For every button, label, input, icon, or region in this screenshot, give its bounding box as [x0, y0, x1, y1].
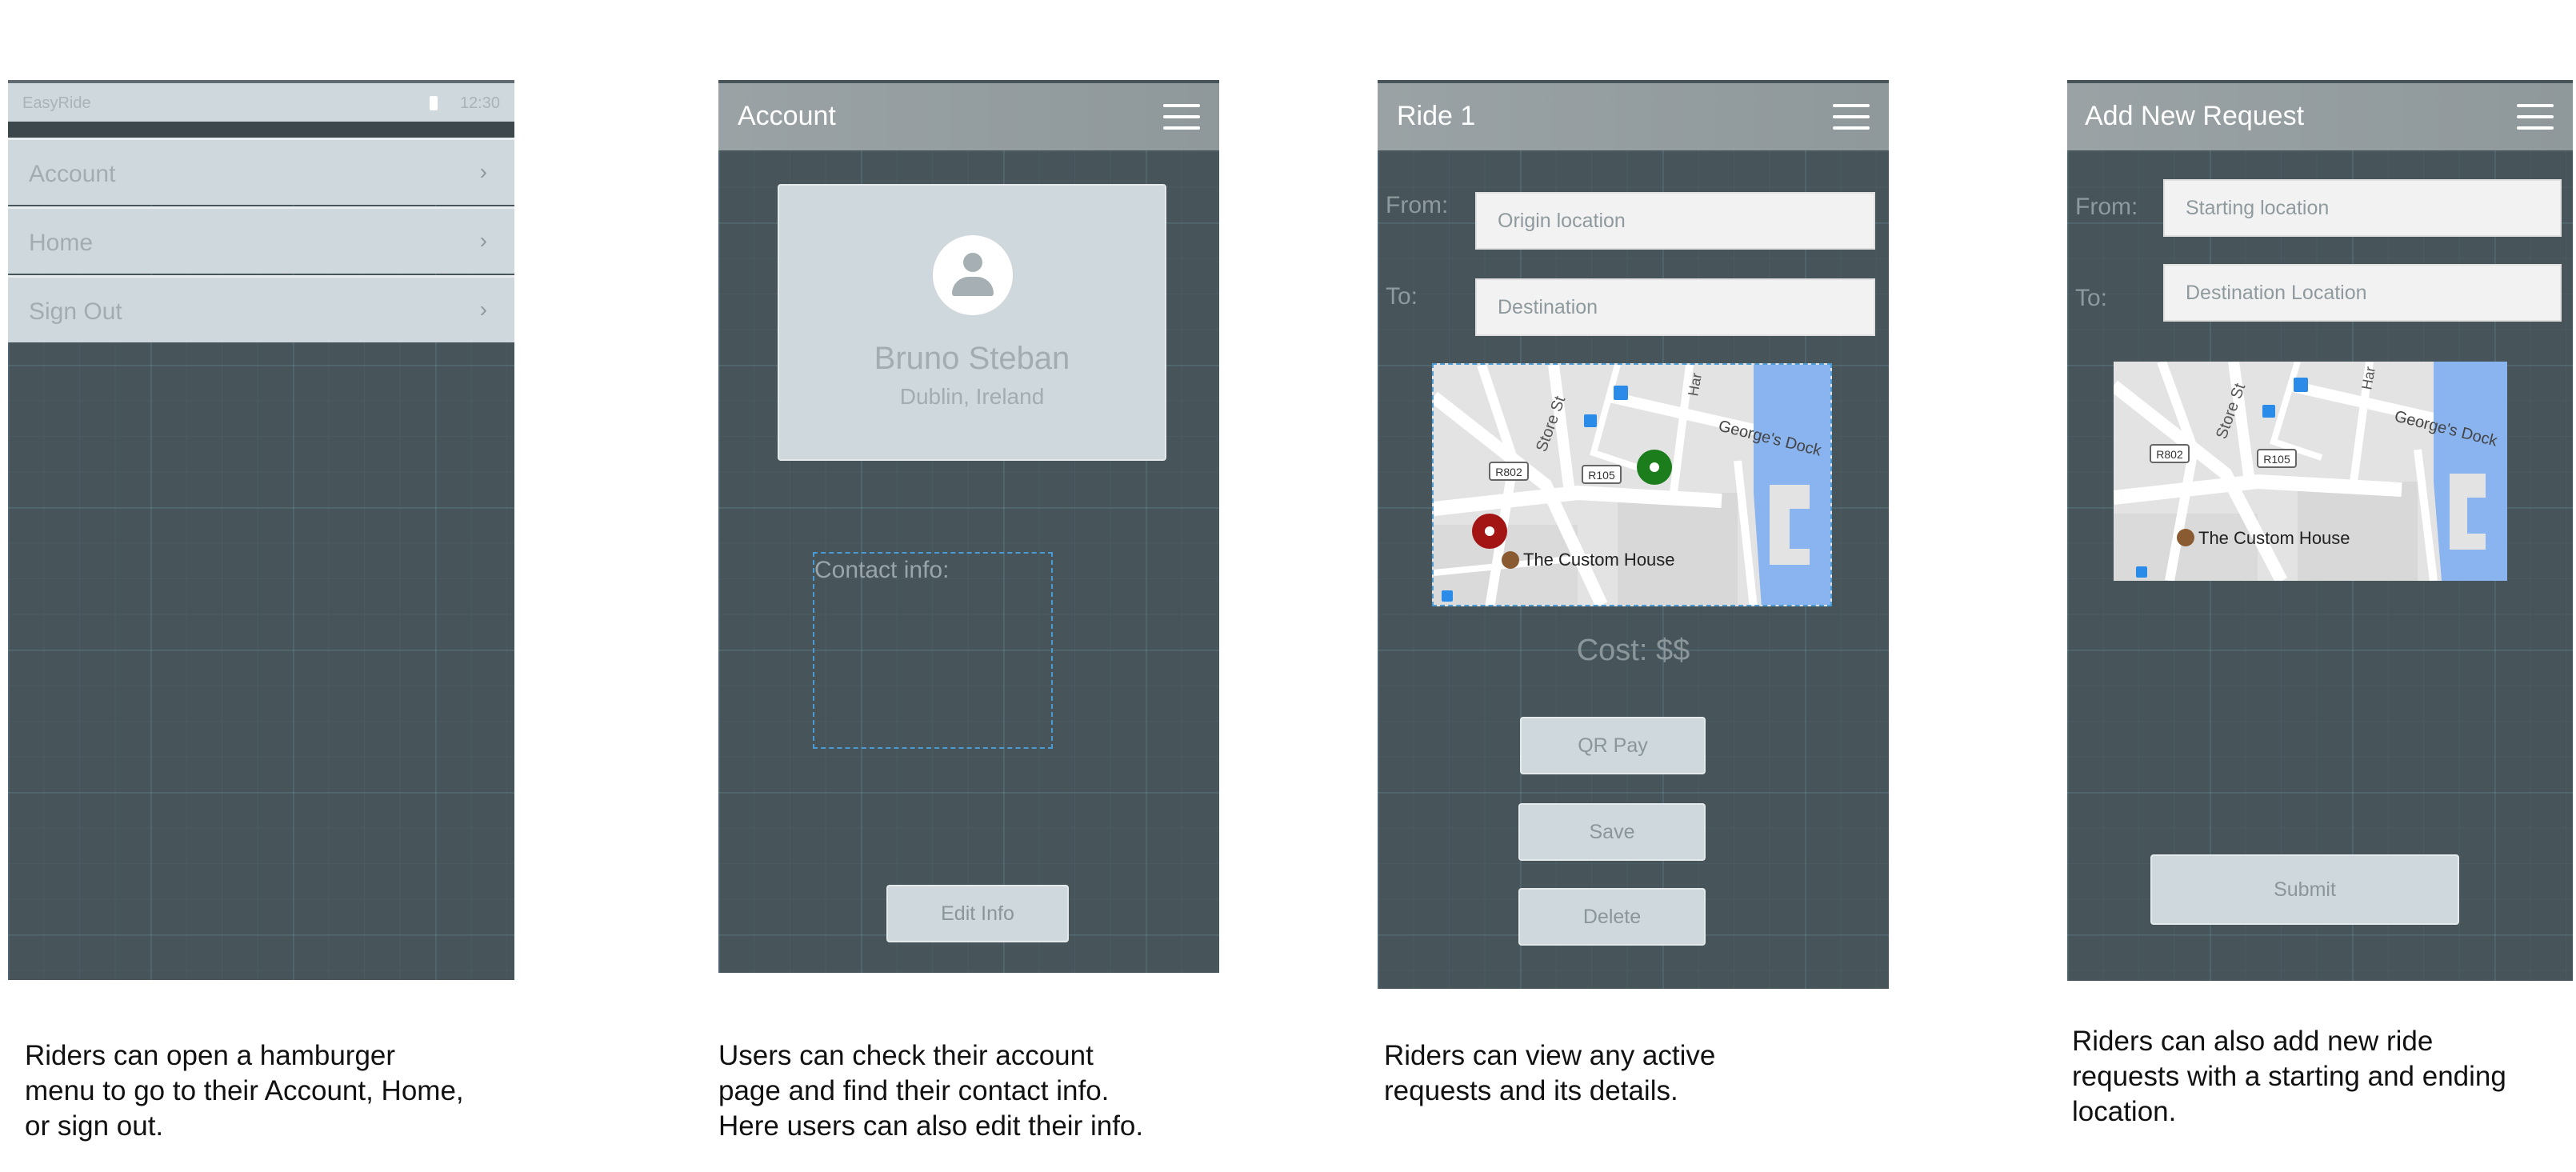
chevron-right-icon: ›: [479, 159, 487, 184]
map-road-r105: R105: [1588, 469, 1615, 482]
destination-field[interactable]: Destination: [1475, 278, 1875, 336]
app-bar: Account: [718, 80, 1219, 150]
menu-caption: Riders can open a hamburger menu to go t…: [25, 1040, 464, 1142]
save-button[interactable]: Save: [1518, 803, 1706, 861]
landmark-icon: [1502, 551, 1519, 569]
to-label: To:: [2075, 285, 2108, 311]
profile-location: Dublin, Ireland: [899, 384, 1045, 409]
ride-cost: Cost: $$: [1576, 634, 1690, 667]
status-time: 12:30: [459, 94, 500, 112]
chevron-right-icon: ›: [479, 228, 487, 253]
ride-screen: Ride 1 From: Origin location To: Destina…: [1378, 80, 1889, 989]
from-label: From:: [2075, 194, 2138, 220]
menu-screen: EasyRide 12:30 Account › Home › Sign Out…: [8, 80, 514, 980]
ride-map[interactable]: R802 R105 Store St George's Dock Har The…: [1432, 363, 1832, 606]
map-custom-house-label: The Custom House: [2198, 528, 2350, 548]
menu-divider: [8, 122, 514, 138]
landmark-icon: [2177, 529, 2194, 546]
page-title: Add New Request: [2085, 101, 2305, 131]
profile-name: Bruno Steban: [874, 341, 1070, 376]
menu-item-label: Sign Out: [29, 298, 122, 325]
page-title: Ride 1: [1397, 101, 1476, 131]
status-bar: EasyRide 12:30: [8, 80, 514, 122]
hamburger-menu-icon[interactable]: [1163, 104, 1200, 131]
menu-item-label: Home: [29, 230, 94, 256]
starting-location-input[interactable]: Starting location: [2163, 179, 2562, 237]
hamburger-menu-icon[interactable]: [2517, 104, 2554, 131]
status-app-name: EasyRide: [22, 94, 91, 112]
delete-button[interactable]: Delete: [1518, 888, 1706, 946]
to-label: To:: [1386, 283, 1418, 310]
map-road-r105: R105: [2263, 453, 2290, 466]
contact-info-label: Contact info:: [814, 557, 950, 583]
app-bar: Add New Request: [2067, 80, 2573, 150]
qr-pay-button[interactable]: QR Pay: [1520, 717, 1706, 774]
profile-card: Bruno Steban Dublin, Ireland: [778, 184, 1166, 461]
edit-info-button[interactable]: Edit Info: [886, 885, 1069, 942]
menu-item-label: Account: [29, 161, 116, 187]
ride-caption: Riders can view any active requests and …: [1384, 1040, 1716, 1106]
from-label: From:: [1386, 192, 1449, 218]
destination-location-input[interactable]: Destination Location: [2163, 264, 2562, 322]
map-custom-house-label: The Custom House: [1523, 550, 1675, 570]
avatar-person-icon: [933, 235, 1013, 315]
submit-button[interactable]: Submit: [2150, 854, 2459, 925]
contact-info-box: Contact info:: [813, 552, 1053, 749]
request-map[interactable]: R802 R105 Store St George's Dock Har The…: [2114, 362, 2507, 581]
map-road-r802: R802: [2156, 448, 2183, 461]
page-title: Account: [738, 101, 836, 131]
map-road-r802: R802: [1495, 466, 1522, 478]
menu-item-home[interactable]: Home ›: [8, 206, 514, 274]
hamburger-menu-icon[interactable]: [1833, 104, 1870, 131]
request-screen: Add New Request From: Starting location …: [2067, 80, 2573, 981]
request-caption: Riders can also add new ride requests wi…: [2072, 1026, 2506, 1127]
menu-item-sign-out[interactable]: Sign Out ›: [8, 275, 514, 342]
menu-item-account[interactable]: Account ›: [8, 138, 514, 205]
app-bar: Ride 1: [1378, 80, 1889, 150]
chevron-right-icon: ›: [479, 297, 487, 322]
account-caption: Users can check their account page and f…: [718, 1040, 1144, 1142]
battery-icon: [430, 96, 438, 110]
account-screen: Account Bruno Steban Dublin, Ireland Con…: [718, 80, 1219, 973]
origin-field[interactable]: Origin location: [1475, 192, 1875, 250]
